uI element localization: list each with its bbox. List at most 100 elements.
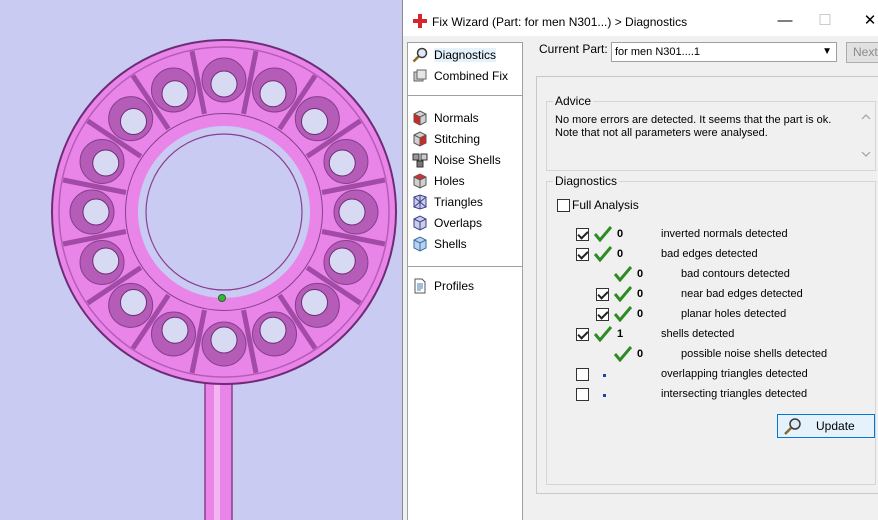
current-part-value: for men N301....1 [615,46,700,58]
diag-checkbox-planar-holes[interactable] [596,308,609,321]
ring-hole [259,316,287,344]
update-label: Update [816,419,855,433]
advice-scrollbar[interactable] [859,112,873,160]
normals-cube-icon [413,110,427,126]
3d-viewport[interactable] [0,0,402,520]
advice-group: Advice No more errors are detected. It s… [546,94,876,171]
ring-hole [92,247,120,275]
next-button[interactable]: Next [846,42,878,63]
advice-line: Note that not all parameters were analys… [555,127,768,139]
diag-count: 0 [637,288,644,300]
scroll-down-icon [861,151,871,157]
nav-item-shells[interactable]: Shells [412,234,522,254]
nav-panel: Diagnostics Combined Fix Normals Stitchi… [407,42,523,520]
nav-separator [408,266,522,267]
combined-fix-icon [413,69,427,82]
diagnostics-panel: Advice No more errors are detected. It s… [536,76,878,494]
diag-label: planar holes detected [681,308,787,320]
nav-item-label: Profiles [434,279,475,293]
noise-shells-icon [412,153,428,168]
overlaps-icon [413,215,427,231]
full-analysis-checkbox[interactable] [557,199,570,212]
stitching-cube-icon [413,131,427,147]
nav-item-normals[interactable]: Normals [412,108,522,128]
magnifier-icon [412,47,428,63]
fix-wizard-window: Fix Wizard (Part: for men N301...) > Dia… [402,0,878,520]
shells-icon [413,236,427,252]
green-check-icon [614,346,632,362]
advice-text: No more errors are detected. It seems th… [555,114,857,164]
full-analysis-label: Full Analysis [572,198,639,212]
chevron-down-icon: ▼ [822,46,832,57]
ring-hole [161,80,189,108]
advice-title: Advice [553,94,594,108]
diagnostics-group: Diagnostics Full Analysis 0 inverted nor… [546,174,876,485]
close-button[interactable]: ✕ [858,10,878,32]
diag-checkbox-bad-edges[interactable] [576,248,589,261]
diag-checkbox-near-bad-edges[interactable] [596,288,609,301]
red-cross-icon [413,14,427,28]
nav-item-combined-fix[interactable]: Combined Fix [412,66,522,86]
status-dot-icon [603,394,606,397]
update-button[interactable]: Update [777,414,875,438]
diag-label: bad edges detected [661,248,758,260]
ring-hole [119,289,147,317]
client-area: Diagnostics Combined Fix Normals Stitchi… [403,36,878,520]
nav-item-label: Normals [434,111,479,125]
ring-hole [328,149,356,177]
diag-label: overlapping triangles detected [661,368,808,380]
diag-checkbox-intersecting-triangles[interactable] [576,388,589,401]
ring-hole [259,80,287,108]
ring-hole [82,198,110,226]
nav-item-noise-shells[interactable]: Noise Shells [412,150,522,170]
holes-cube-icon [413,173,427,189]
nav-item-overlaps[interactable]: Overlaps [412,213,522,233]
advice-line: No more errors are detected. It seems th… [555,114,832,126]
nav-item-label: Stitching [434,132,481,146]
nav-separator [408,95,522,96]
diag-label: bad contours detected [681,268,790,280]
green-check-icon [594,326,612,342]
nav-item-stitching[interactable]: Stitching [412,129,522,149]
triangles-icon [413,194,427,210]
diag-label: intersecting triangles detected [661,388,808,400]
maximize-button[interactable]: ☐ [813,10,837,32]
nav-item-triangles[interactable]: Triangles [412,192,522,212]
diag-label: possible noise shells detected [681,348,828,360]
diag-checkbox-overlapping-triangles[interactable] [576,368,589,381]
ring-hole [301,107,329,135]
profiles-document-icon [414,278,426,294]
nav-item-holes[interactable]: Holes [412,171,522,191]
diag-count: 0 [617,248,624,260]
diag-checkbox-inverted-normals[interactable] [576,228,589,241]
diag-checkbox-shells[interactable] [576,328,589,341]
ring-hole [301,289,329,317]
nav-item-label: Combined Fix [434,69,509,83]
ring-hole [92,149,120,177]
diag-count: 0 [637,308,644,320]
scroll-up-icon [861,114,871,120]
ring-hole [210,70,238,98]
magnifier-icon [784,418,801,435]
green-check-icon [614,266,632,282]
ring-hole [338,198,366,226]
green-check-icon [614,286,632,302]
diagnostics-title: Diagnostics [553,174,620,188]
nav-item-diagnostics[interactable]: Diagnostics [412,45,522,65]
ring-hole [328,247,356,275]
current-part-select[interactable]: for men N301....1 ▼ [611,42,837,62]
green-check-icon [614,306,632,322]
diag-count: 0 [637,348,644,360]
nav-item-label: Diagnostics [434,48,497,62]
nav-item-label: Triangles [434,195,483,209]
nav-item-label: Noise Shells [434,153,501,167]
diag-label: shells detected [661,328,735,340]
status-dot-icon [603,374,606,377]
minimize-button[interactable]: — [773,10,797,32]
ring-hole [161,316,189,344]
nav-item-label: Holes [434,174,465,188]
current-part-label: Current Part: [539,42,608,56]
ring-hole [210,326,238,354]
nav-item-profiles[interactable]: Profiles [412,276,522,296]
nav-item-label: Shells [434,237,467,251]
